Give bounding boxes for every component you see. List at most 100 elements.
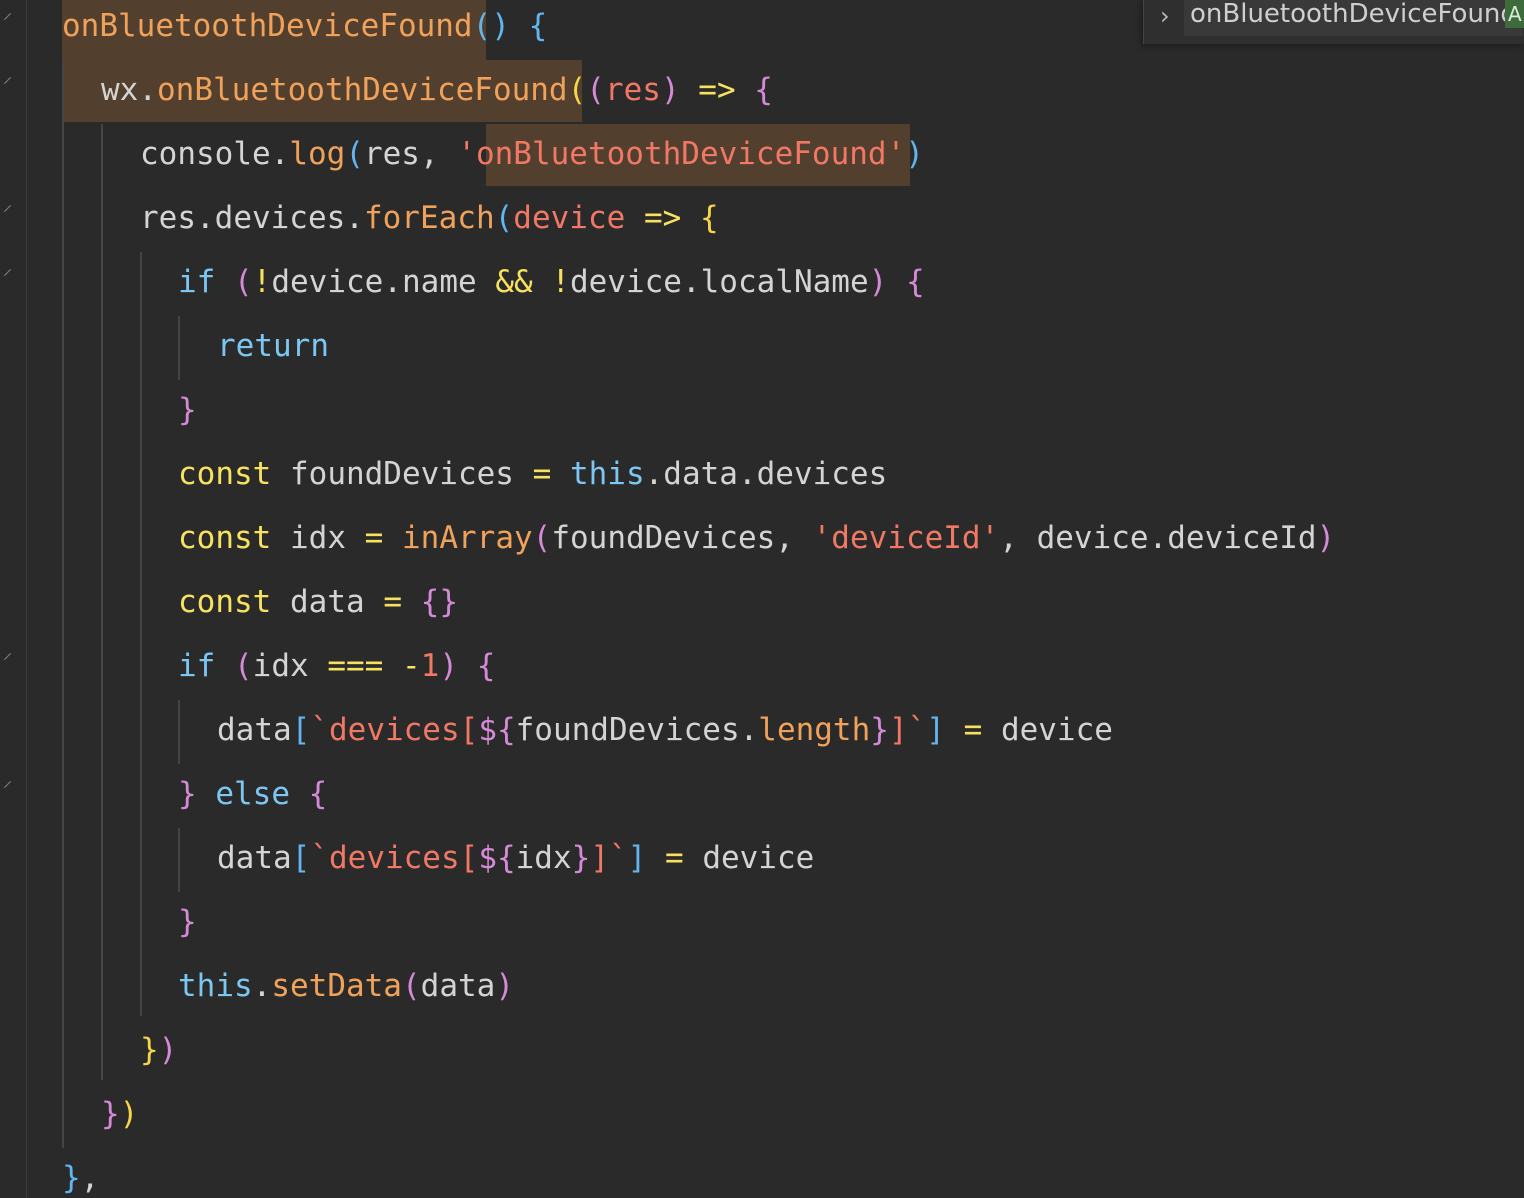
code-token: } [62, 1160, 81, 1196]
code-token: data [420, 968, 496, 1004]
code-line[interactable]: this.setData(data) [178, 966, 514, 1006]
code-line[interactable]: } [178, 390, 197, 430]
breadcrumb[interactable]: › onBluetoothDeviceFound A [1143, 0, 1524, 44]
code-token: . [252, 968, 272, 1004]
code-token: ( [345, 136, 364, 172]
breadcrumb-item-symbol[interactable]: onBluetoothDeviceFound [1184, 0, 1523, 36]
code-token: { [754, 72, 773, 108]
code-token: const [178, 584, 272, 620]
code-token: if [178, 264, 216, 300]
code-token: { [476, 648, 496, 684]
code-token: `devices[ [310, 712, 479, 748]
code-token: `devices[ [310, 840, 479, 876]
code-token: forEach [363, 200, 495, 236]
code-line[interactable]: if (!device.name && !device.localName) { [178, 262, 925, 302]
code-line[interactable]: const data = {} [178, 582, 458, 622]
code-token: === [327, 648, 384, 684]
code-token: ) [660, 72, 680, 108]
code-token: } [178, 392, 197, 428]
indent-guide [178, 316, 180, 380]
code-token: { [308, 776, 328, 812]
code-line[interactable]: const idx = inArray(foundDevices, 'devic… [178, 518, 1335, 558]
code-token: ) [1316, 520, 1336, 556]
code-token: } [571, 840, 591, 876]
code-token: ) [905, 136, 924, 172]
code-token: onBluetoothDeviceFound [62, 8, 473, 44]
line-gutter[interactable] [0, 0, 27, 1198]
indent-guide [62, 60, 64, 1148]
code-editor[interactable]: onBluetoothDeviceFound() {wx.onBluetooth… [0, 0, 1524, 1198]
code-line[interactable]: }) [140, 1030, 177, 1070]
code-token: res, [363, 136, 458, 172]
code-token: = [364, 520, 384, 556]
code-token: length [758, 712, 871, 748]
code-token: { [905, 264, 925, 300]
code-token: return [217, 328, 329, 364]
indent-guide [178, 700, 180, 764]
code-token: idx [252, 648, 328, 684]
code-token: } [178, 776, 197, 812]
code-line[interactable]: } [178, 902, 197, 942]
indent-guide [140, 252, 142, 1016]
code-token: 1 [420, 648, 440, 684]
code-token: = [383, 584, 402, 620]
code-line[interactable]: if (idx === -1) { [178, 646, 495, 686]
code-token: [ [291, 840, 311, 876]
code-token: ( [234, 264, 253, 300]
code-line[interactable]: onBluetoothDeviceFound() { [62, 6, 547, 46]
code-token: const [178, 456, 272, 492]
code-token: - [402, 648, 421, 684]
fold-arrow-icon[interactable] [2, 268, 11, 277]
code-token: data [271, 584, 384, 620]
code-token: ] [926, 712, 945, 748]
code-line[interactable]: console.log(res, 'onBluetoothDeviceFound… [140, 134, 924, 174]
fold-arrow-icon[interactable] [2, 76, 11, 85]
code-token: console. [140, 136, 290, 172]
code-token: onBluetoothDeviceFound [157, 72, 568, 108]
code-token: = [664, 840, 684, 876]
fold-arrow-icon[interactable] [2, 12, 11, 21]
code-token: else [215, 776, 290, 812]
code-token: idx [515, 840, 572, 876]
fold-arrow-icon[interactable] [2, 652, 11, 661]
code-line[interactable]: data[`devices[${foundDevices.length}]`] … [217, 710, 1113, 750]
code-token: ${ [478, 712, 516, 748]
code-token: ) [495, 968, 514, 1004]
code-token: { [528, 8, 548, 44]
indent-guide [178, 828, 180, 892]
code-line[interactable]: }, [62, 1158, 99, 1198]
chevron-right-icon[interactable]: › [1160, 2, 1170, 30]
code-token: inArray [402, 520, 533, 556]
fold-arrow-icon[interactable] [2, 780, 11, 789]
code-token: } [178, 904, 197, 940]
code-token: () [472, 8, 510, 44]
code-line[interactable]: data[`devices[${idx}]`] = device [217, 838, 814, 878]
code-line[interactable]: } else { [178, 774, 327, 814]
code-token: ( [567, 72, 587, 108]
code-token: this [178, 968, 253, 1004]
code-token: device [982, 712, 1113, 748]
code-line[interactable]: res.devices.forEach(device => { [140, 198, 719, 238]
code-token: .data.devices [644, 456, 888, 492]
code-line[interactable]: wx.onBluetoothDeviceFound((res) => { [101, 70, 773, 110]
code-token: 'onBluetoothDeviceFound' [457, 136, 906, 172]
code-line[interactable]: }) [101, 1094, 138, 1134]
fold-arrow-icon[interactable] [2, 204, 11, 213]
code-line[interactable]: return [217, 326, 329, 366]
code-line[interactable]: const foundDevices = this.data.devices [178, 454, 887, 494]
code-token: , [80, 1160, 100, 1196]
code-token: foundDevices [271, 456, 533, 492]
code-token: 'deviceId' [812, 520, 1000, 556]
